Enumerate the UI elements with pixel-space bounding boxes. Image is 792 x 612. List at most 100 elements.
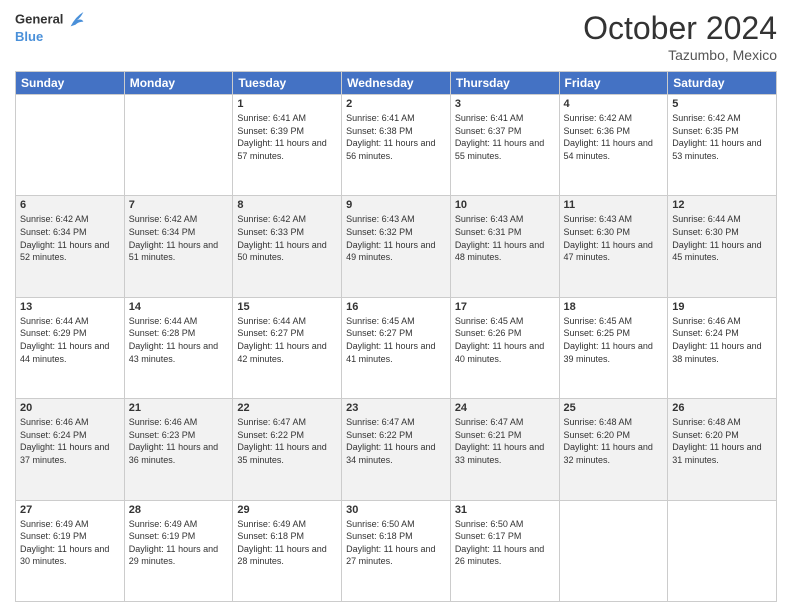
day-number: 11 [564, 199, 664, 211]
calendar-cell-w1-d3: 1Sunrise: 6:41 AMSunset: 6:39 PMDaylight… [233, 95, 342, 196]
cell-info: Sunrise: 6:45 AMSunset: 6:26 PMDaylight:… [455, 315, 555, 365]
calendar-cell-w5-d2: 28Sunrise: 6:49 AMSunset: 6:19 PMDayligh… [124, 500, 233, 601]
day-number: 9 [346, 199, 446, 211]
calendar-cell-w3-d1: 13Sunrise: 6:44 AMSunset: 6:29 PMDayligh… [16, 297, 125, 398]
calendar-table: Sunday Monday Tuesday Wednesday Thursday… [15, 71, 777, 602]
cell-info: Sunrise: 6:46 AMSunset: 6:24 PMDaylight:… [20, 416, 120, 466]
calendar-cell-w3-d4: 16 Sunrise: 6:45 AMSunset: 6:27 PMDayligh… [342, 297, 451, 398]
cell-info: Sunrise: 6:42 AMSunset: 6:35 PMDaylight:… [672, 112, 772, 162]
day-number: 25 [564, 402, 664, 414]
calendar-cell-w1-d7: 5 Sunrise: 6:42 AMSunset: 6:35 PMDaylight… [668, 95, 777, 196]
cell-info: Sunrise: 6:46 AMSunset: 6:23 PMDaylight:… [129, 416, 229, 466]
week-row-5: 27Sunrise: 6:49 AMSunset: 6:19 PMDayligh… [16, 500, 777, 601]
cell-info: Sunrise: 6:42 AMSunset: 6:33 PMDaylight:… [237, 213, 337, 263]
calendar-cell-w4-d2: 21 Sunrise: 6:46 AMSunset: 6:23 PMDayligh… [124, 399, 233, 500]
calendar-header-row: Sunday Monday Tuesday Wednesday Thursday… [16, 72, 777, 95]
calendar-cell-w4-d7: 26 Sunrise: 6:48 AMSunset: 6:20 PMDayligh… [668, 399, 777, 500]
day-number: 30 [346, 504, 446, 516]
calendar-cell-w2-d5: 10 Sunrise: 6:43 AMSunset: 6:31 PMDayligh… [450, 196, 559, 297]
cell-info: Sunrise: 6:47 AMSunset: 6:22 PMDaylight:… [237, 416, 337, 466]
calendar-cell-w2-d4: 9 Sunrise: 6:43 AMSunset: 6:32 PMDaylight… [342, 196, 451, 297]
cell-info: Sunrise: 6:44 AMSunset: 6:28 PMDaylight:… [129, 315, 229, 365]
week-row-1: 1Sunrise: 6:41 AMSunset: 6:39 PMDaylight… [16, 95, 777, 196]
header: General Blue October 2024 Tazumbo, Mexic… [15, 10, 777, 63]
cell-info: Sunrise: 6:47 AMSunset: 6:22 PMDaylight:… [346, 416, 446, 466]
calendar-cell-w4-d6: 25 Sunrise: 6:48 AMSunset: 6:20 PMDayligh… [559, 399, 668, 500]
logo-bird-icon [69, 10, 85, 30]
col-sunday: Sunday [16, 72, 125, 95]
day-number: 14 [129, 301, 229, 313]
calendar-cell-w5-d1: 27Sunrise: 6:49 AMSunset: 6:19 PMDayligh… [16, 500, 125, 601]
cell-info: Sunrise: 6:42 AMSunset: 6:34 PMDaylight:… [129, 213, 229, 263]
day-number: 23 [346, 402, 446, 414]
calendar-cell-w3-d7: 19 Sunrise: 6:46 AMSunset: 6:24 PMDayligh… [668, 297, 777, 398]
day-number: 4 [564, 98, 664, 110]
calendar-cell-w4-d4: 23 Sunrise: 6:47 AMSunset: 6:22 PMDayligh… [342, 399, 451, 500]
day-number: 5 [672, 98, 772, 110]
calendar-cell-w2-d3: 8Sunrise: 6:42 AMSunset: 6:33 PMDaylight… [233, 196, 342, 297]
calendar-cell-w1-d5: 3Sunrise: 6:41 AMSunset: 6:37 PMDaylight… [450, 95, 559, 196]
cell-info: Sunrise: 6:42 AMSunset: 6:34 PMDaylight:… [20, 213, 120, 263]
day-number: 10 [455, 199, 555, 211]
col-wednesday: Wednesday [342, 72, 451, 95]
calendar-cell-w3-d3: 15 Sunrise: 6:44 AMSunset: 6:27 PMDayligh… [233, 297, 342, 398]
day-number: 19 [672, 301, 772, 313]
cell-info: Sunrise: 6:44 AMSunset: 6:29 PMDaylight:… [20, 315, 120, 365]
calendar-cell-w2-d7: 12 Sunrise: 6:44 AMSunset: 6:30 PMDayligh… [668, 196, 777, 297]
calendar-cell-w3-d2: 14 Sunrise: 6:44 AMSunset: 6:28 PMDayligh… [124, 297, 233, 398]
title-block: October 2024 Tazumbo, Mexico [583, 10, 777, 63]
day-number: 28 [129, 504, 229, 516]
week-row-4: 20 Sunrise: 6:46 AMSunset: 6:24 PMDayligh… [16, 399, 777, 500]
cell-info: Sunrise: 6:42 AMSunset: 6:36 PMDaylight:… [564, 112, 664, 162]
cell-info: Sunrise: 6:46 AMSunset: 6:24 PMDaylight:… [672, 315, 772, 365]
calendar-cell-w3-d5: 17 Sunrise: 6:45 AMSunset: 6:26 PMDayligh… [450, 297, 559, 398]
cell-info: Sunrise: 6:50 AMSunset: 6:17 PMDaylight:… [455, 518, 555, 568]
logo-line1: General [15, 10, 85, 30]
day-number: 21 [129, 402, 229, 414]
day-number: 15 [237, 301, 337, 313]
cell-info: Sunrise: 6:48 AMSunset: 6:20 PMDaylight:… [672, 416, 772, 466]
page: General Blue October 2024 Tazumbo, Mexic… [0, 0, 792, 612]
day-number: 16 [346, 301, 446, 313]
calendar-cell-w2-d2: 7 Sunrise: 6:42 AMSunset: 6:34 PMDaylight… [124, 196, 233, 297]
day-number: 1 [237, 98, 337, 110]
calendar-cell-w5-d6 [559, 500, 668, 601]
calendar-cell-w1-d6: 4 Sunrise: 6:42 AMSunset: 6:36 PMDaylight… [559, 95, 668, 196]
col-saturday: Saturday [668, 72, 777, 95]
col-tuesday: Tuesday [233, 72, 342, 95]
cell-info: Sunrise: 6:43 AMSunset: 6:31 PMDaylight:… [455, 213, 555, 263]
day-number: 24 [455, 402, 555, 414]
day-number: 18 [564, 301, 664, 313]
cell-info: Sunrise: 6:49 AMSunset: 6:19 PMDaylight:… [20, 518, 120, 568]
logo: General Blue [15, 10, 85, 45]
calendar-cell-w5-d3: 29 Sunrise: 6:49 AMSunset: 6:18 PMDayligh… [233, 500, 342, 601]
day-number: 26 [672, 402, 772, 414]
day-number: 17 [455, 301, 555, 313]
day-number: 22 [237, 402, 337, 414]
cell-info: Sunrise: 6:45 AMSunset: 6:27 PMDaylight:… [346, 315, 446, 365]
day-number: 31 [455, 504, 555, 516]
day-number: 12 [672, 199, 772, 211]
cell-info: Sunrise: 6:49 AMSunset: 6:18 PMDaylight:… [237, 518, 337, 568]
day-number: 20 [20, 402, 120, 414]
calendar-cell-w1-d4: 2Sunrise: 6:41 AMSunset: 6:38 PMDaylight… [342, 95, 451, 196]
day-number: 29 [237, 504, 337, 516]
cell-info: Sunrise: 6:47 AMSunset: 6:21 PMDaylight:… [455, 416, 555, 466]
calendar-cell-w5-d7 [668, 500, 777, 601]
week-row-2: 6Sunrise: 6:42 AMSunset: 6:34 PMDaylight… [16, 196, 777, 297]
location: Tazumbo, Mexico [583, 47, 777, 63]
col-monday: Monday [124, 72, 233, 95]
calendar-cell-w5-d5: 31 Sunrise: 6:50 AMSunset: 6:17 PMDayligh… [450, 500, 559, 601]
cell-info: Sunrise: 6:43 AMSunset: 6:32 PMDaylight:… [346, 213, 446, 263]
col-friday: Friday [559, 72, 668, 95]
cell-info: Sunrise: 6:44 AMSunset: 6:27 PMDaylight:… [237, 315, 337, 365]
col-thursday: Thursday [450, 72, 559, 95]
cell-info: Sunrise: 6:41 AMSunset: 6:38 PMDaylight:… [346, 112, 446, 162]
day-number: 3 [455, 98, 555, 110]
calendar-cell-w4-d5: 24 Sunrise: 6:47 AMSunset: 6:21 PMDayligh… [450, 399, 559, 500]
cell-info: Sunrise: 6:44 AMSunset: 6:30 PMDaylight:… [672, 213, 772, 263]
logo-line2: Blue [15, 30, 85, 45]
month-title: October 2024 [583, 10, 777, 47]
cell-info: Sunrise: 6:48 AMSunset: 6:20 PMDaylight:… [564, 416, 664, 466]
day-number: 7 [129, 199, 229, 211]
